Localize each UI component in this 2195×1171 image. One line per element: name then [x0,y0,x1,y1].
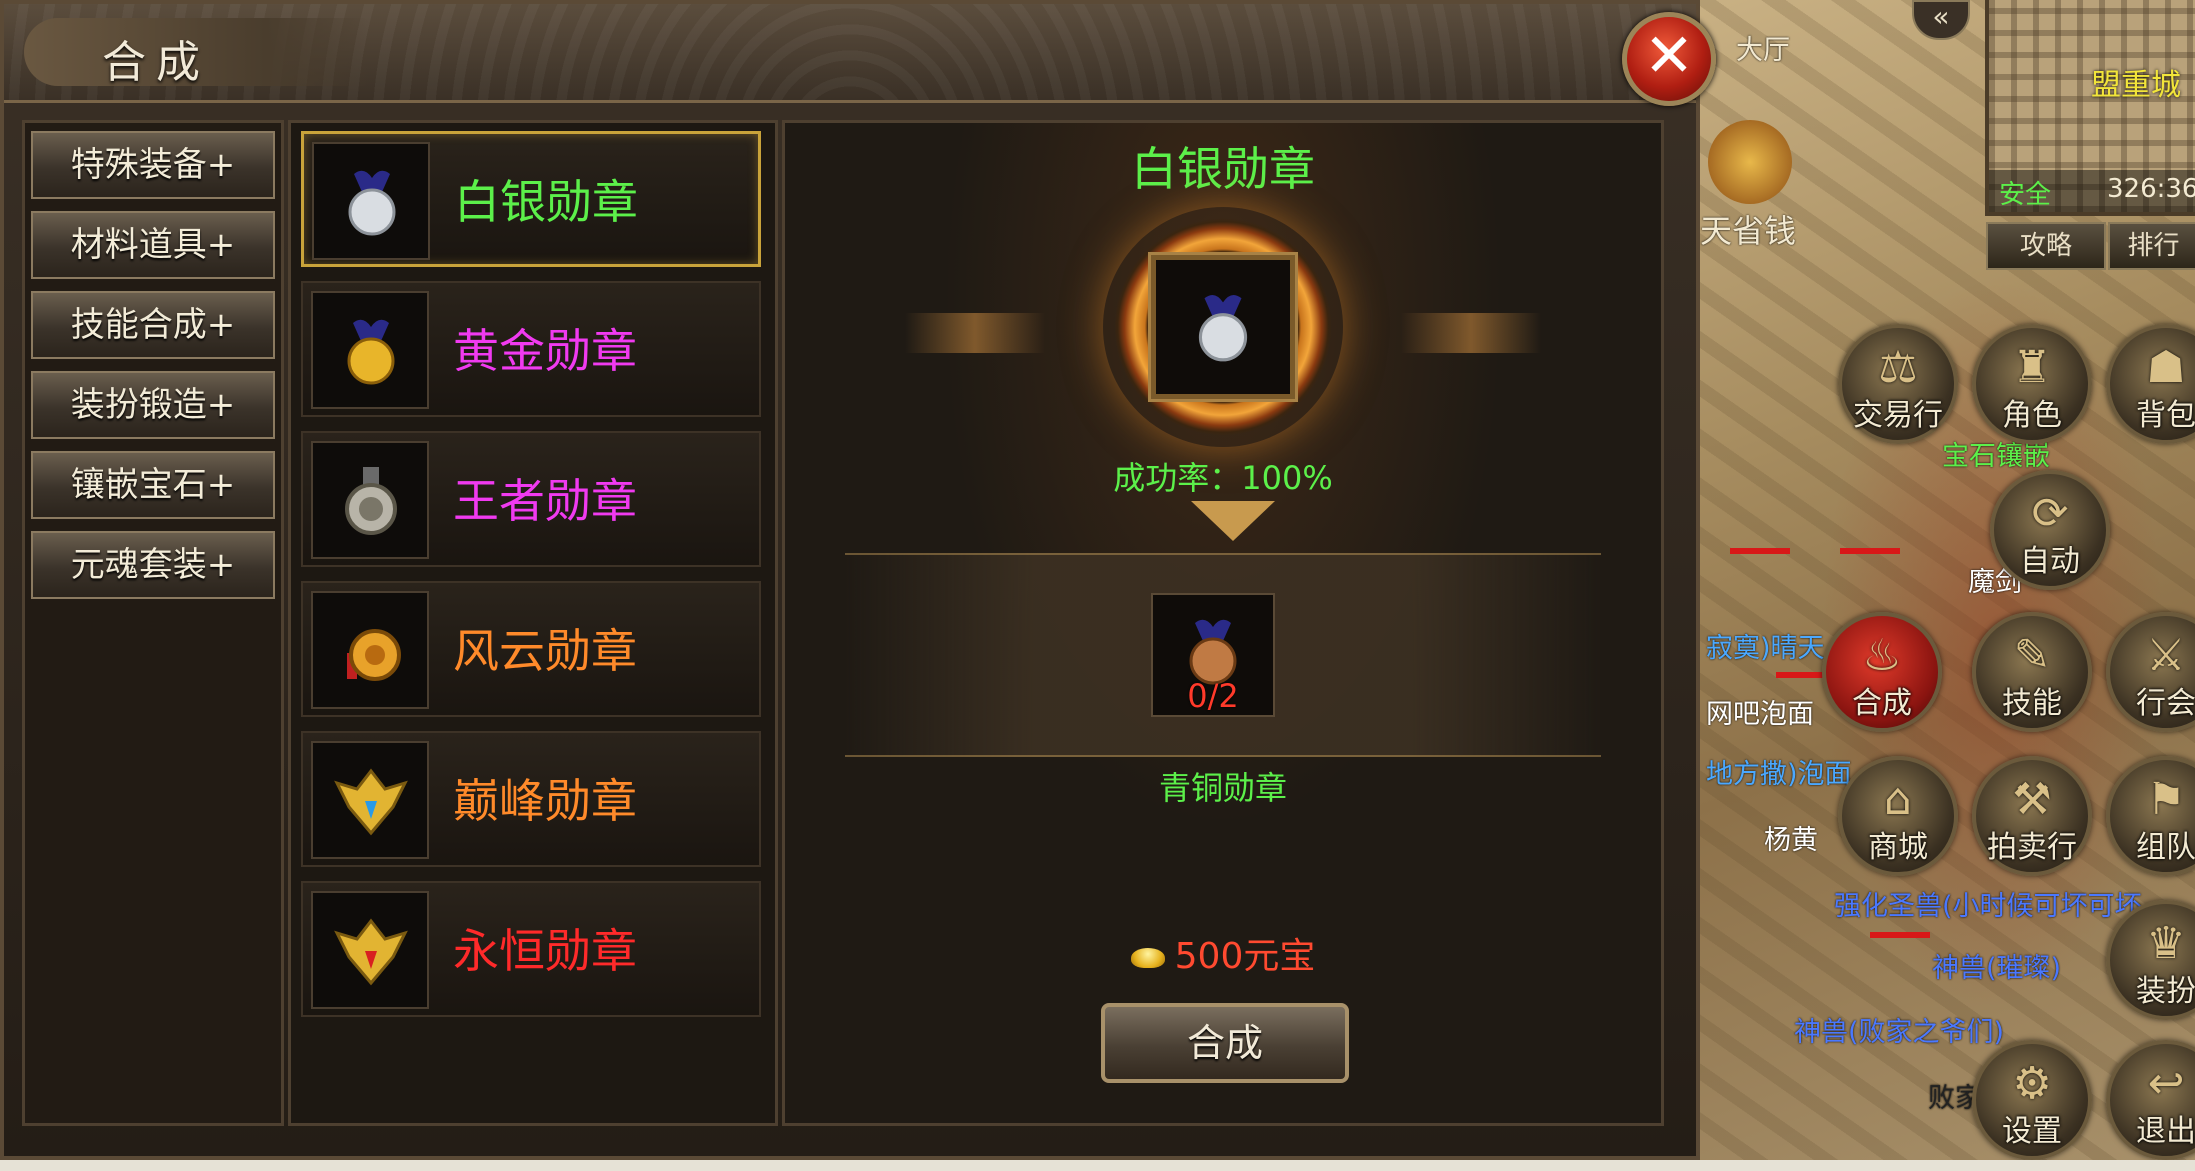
category-dress-forge[interactable]: 装扮锻造+ [31,371,275,439]
recipe-item-king-medal[interactable]: 王者勋章 [301,431,761,567]
team-button[interactable]: ⚑ 组队 [2106,756,2195,876]
promo-label[interactable]: 天省钱 [1700,206,1796,252]
recipe-name: 风云勋章 [453,624,637,678]
world-text-8: 神兽(璀璨) [1932,953,2062,984]
craft-panel: 合成 特殊装备+ 材料道具+ 技能合成+ 装扮锻造+ 镶嵌宝石+ 元魂套装+ 白… [0,0,1700,1160]
world-text-9: 神兽(败家之爷们) [1794,1017,2005,1048]
recipe-item-gold-medal[interactable]: 黄金勋章 [301,281,761,417]
silver-medal-icon [312,142,430,260]
hp-bar [1870,932,1930,938]
material-name: 青铜勋章 [1158,769,1287,807]
auction-icon: ⚒ [2012,774,2052,825]
recipe-name: 永恒勋章 [453,924,637,978]
recipe-item-eternal-medal[interactable]: 永恒勋章 [301,881,761,1017]
close-button[interactable]: ✕ [1622,12,1716,106]
recipe-list: 白银勋章 黄金勋章 王者勋章 风云勋章 巅峰勋章 永恒勋章 [288,120,778,1126]
craft-button[interactable]: 合成 [1101,1003,1349,1083]
bag-icon: ☗ [2146,342,2186,393]
world-text-6: 杨黄 [1764,825,1818,856]
category-gem-inlay[interactable]: 镶嵌宝石+ [31,451,275,519]
character-button[interactable]: ♜ 角色 [1972,324,2092,444]
exit-button[interactable]: ↩ 退出 [2106,1040,2195,1160]
hp-bar [1730,548,1790,554]
coords-readout: 326:36 [2107,174,2195,204]
minimap[interactable]: 盟重城 安全 326:36 [1985,0,2195,216]
auto-icon: ⟳ [2031,488,2069,539]
fengyun-medal-icon [311,591,429,709]
team-icon: ⚑ [2146,774,2186,825]
world-text-3: 寂寞)晴天 [1706,633,1825,664]
world-text-5: 地方撒)泡面 [1706,759,1852,790]
guild-button[interactable]: ⚔ 行会 [2106,612,2195,732]
craft-hud-button[interactable]: ♨ 合成 [1822,612,1942,732]
trade-button[interactable]: ⚖ 交易行 [1838,324,1958,444]
minimap-city: 盟重城 [2091,68,2181,103]
category-special-equipment[interactable]: 特殊装备+ [31,131,275,199]
gold-medal-icon [311,291,429,409]
helmet-icon: ♜ [2012,342,2052,393]
dress-button[interactable]: ♛ 装扮 [2106,900,2195,1020]
dress-icon: ♛ [2146,918,2186,969]
chat-strip [0,1160,2195,1171]
recipe-item-silver-medal[interactable]: 白银勋章 [301,131,761,267]
category-materials[interactable]: 材料道具+ [31,211,275,279]
title-bar: 合成 [4,4,1696,103]
gift-icon[interactable] [1708,120,1792,204]
material-slot[interactable]: 0/2 [1151,593,1275,717]
silver-medal-icon [1198,294,1248,362]
category-skill-craft[interactable]: 技能合成+ [31,291,275,359]
category-soul-set[interactable]: 元魂套装+ [31,531,275,599]
world-text-4: 网吧泡面 [1706,699,1814,730]
result-slot[interactable] [1148,252,1298,402]
guide-button[interactable]: 攻略 [1986,222,2106,270]
ornament-wing-right [1401,313,1541,353]
craft-detail: 白银勋章 成功率：100% 0/2 青铜勋章 500元宝 合成 [782,120,1664,1126]
close-icon: ✕ [1643,21,1695,91]
category-list: 特殊装备+ 材料道具+ 技能合成+ 装扮锻造+ 镶嵌宝石+ 元魂套装+ [22,120,284,1126]
recipe-name: 巅峰勋章 [453,774,637,828]
guild-icon: ⚔ [2146,630,2186,681]
skill-book-icon: ✎ [2013,630,2051,681]
recipe-item-fengyun-medal[interactable]: 风云勋章 [301,581,761,717]
craft-cost: 500元宝 [785,927,1661,979]
ornament-wing-left [905,313,1045,353]
auction-button[interactable]: ⚒ 拍卖行 [1972,756,2092,876]
recipe-item-peak-medal[interactable]: 巅峰勋章 [301,731,761,867]
craft-icon: ♨ [1862,630,1902,681]
recipe-name: 白银勋章 [454,175,638,229]
rank-button[interactable]: 排行 [2108,222,2195,270]
trade-icon: ⚖ [1878,342,1918,393]
recipe-name: 黄金勋章 [453,324,637,378]
material-count: 0/2 [1187,677,1239,715]
shop-button[interactable]: ⌂ 商城 [1838,756,1958,876]
settings-button[interactable]: ⚙ 设置 [1972,1040,2092,1160]
success-rate: 成功率：100% [1113,459,1333,497]
hp-bar [1840,548,1900,554]
arrow-down-icon [1191,501,1275,541]
zone-status: 安全 [1999,180,2052,210]
eternal-medal-icon [311,891,429,1009]
gear-icon: ⚙ [2012,1058,2052,1109]
shop-icon: ⌂ [1884,774,1912,825]
recipe-name: 王者勋章 [453,474,637,528]
peak-medal-icon [311,741,429,859]
auto-button[interactable]: ⟳ 自动 [1990,470,2110,590]
bag-button[interactable]: ☗ 背包 [2106,324,2195,444]
hall-label[interactable]: 大厅 [1736,28,1790,67]
cost-amount: 500元宝 [1174,936,1316,977]
king-medal-icon [311,441,429,559]
panel-title: 合成 [102,37,210,88]
minimap-footer: 安全 326:36 [1989,170,2195,212]
gold-ingot-icon [1130,948,1165,968]
skill-button[interactable]: ✎ 技能 [1972,612,2092,732]
target-item-name: 白银勋章 [1131,142,1315,196]
world-text-7: 强化圣兽(小时候可坏可坏 [1834,891,2142,922]
chevron-left-icon: « [1932,0,1950,33]
exit-icon: ↩ [2147,1058,2185,1109]
